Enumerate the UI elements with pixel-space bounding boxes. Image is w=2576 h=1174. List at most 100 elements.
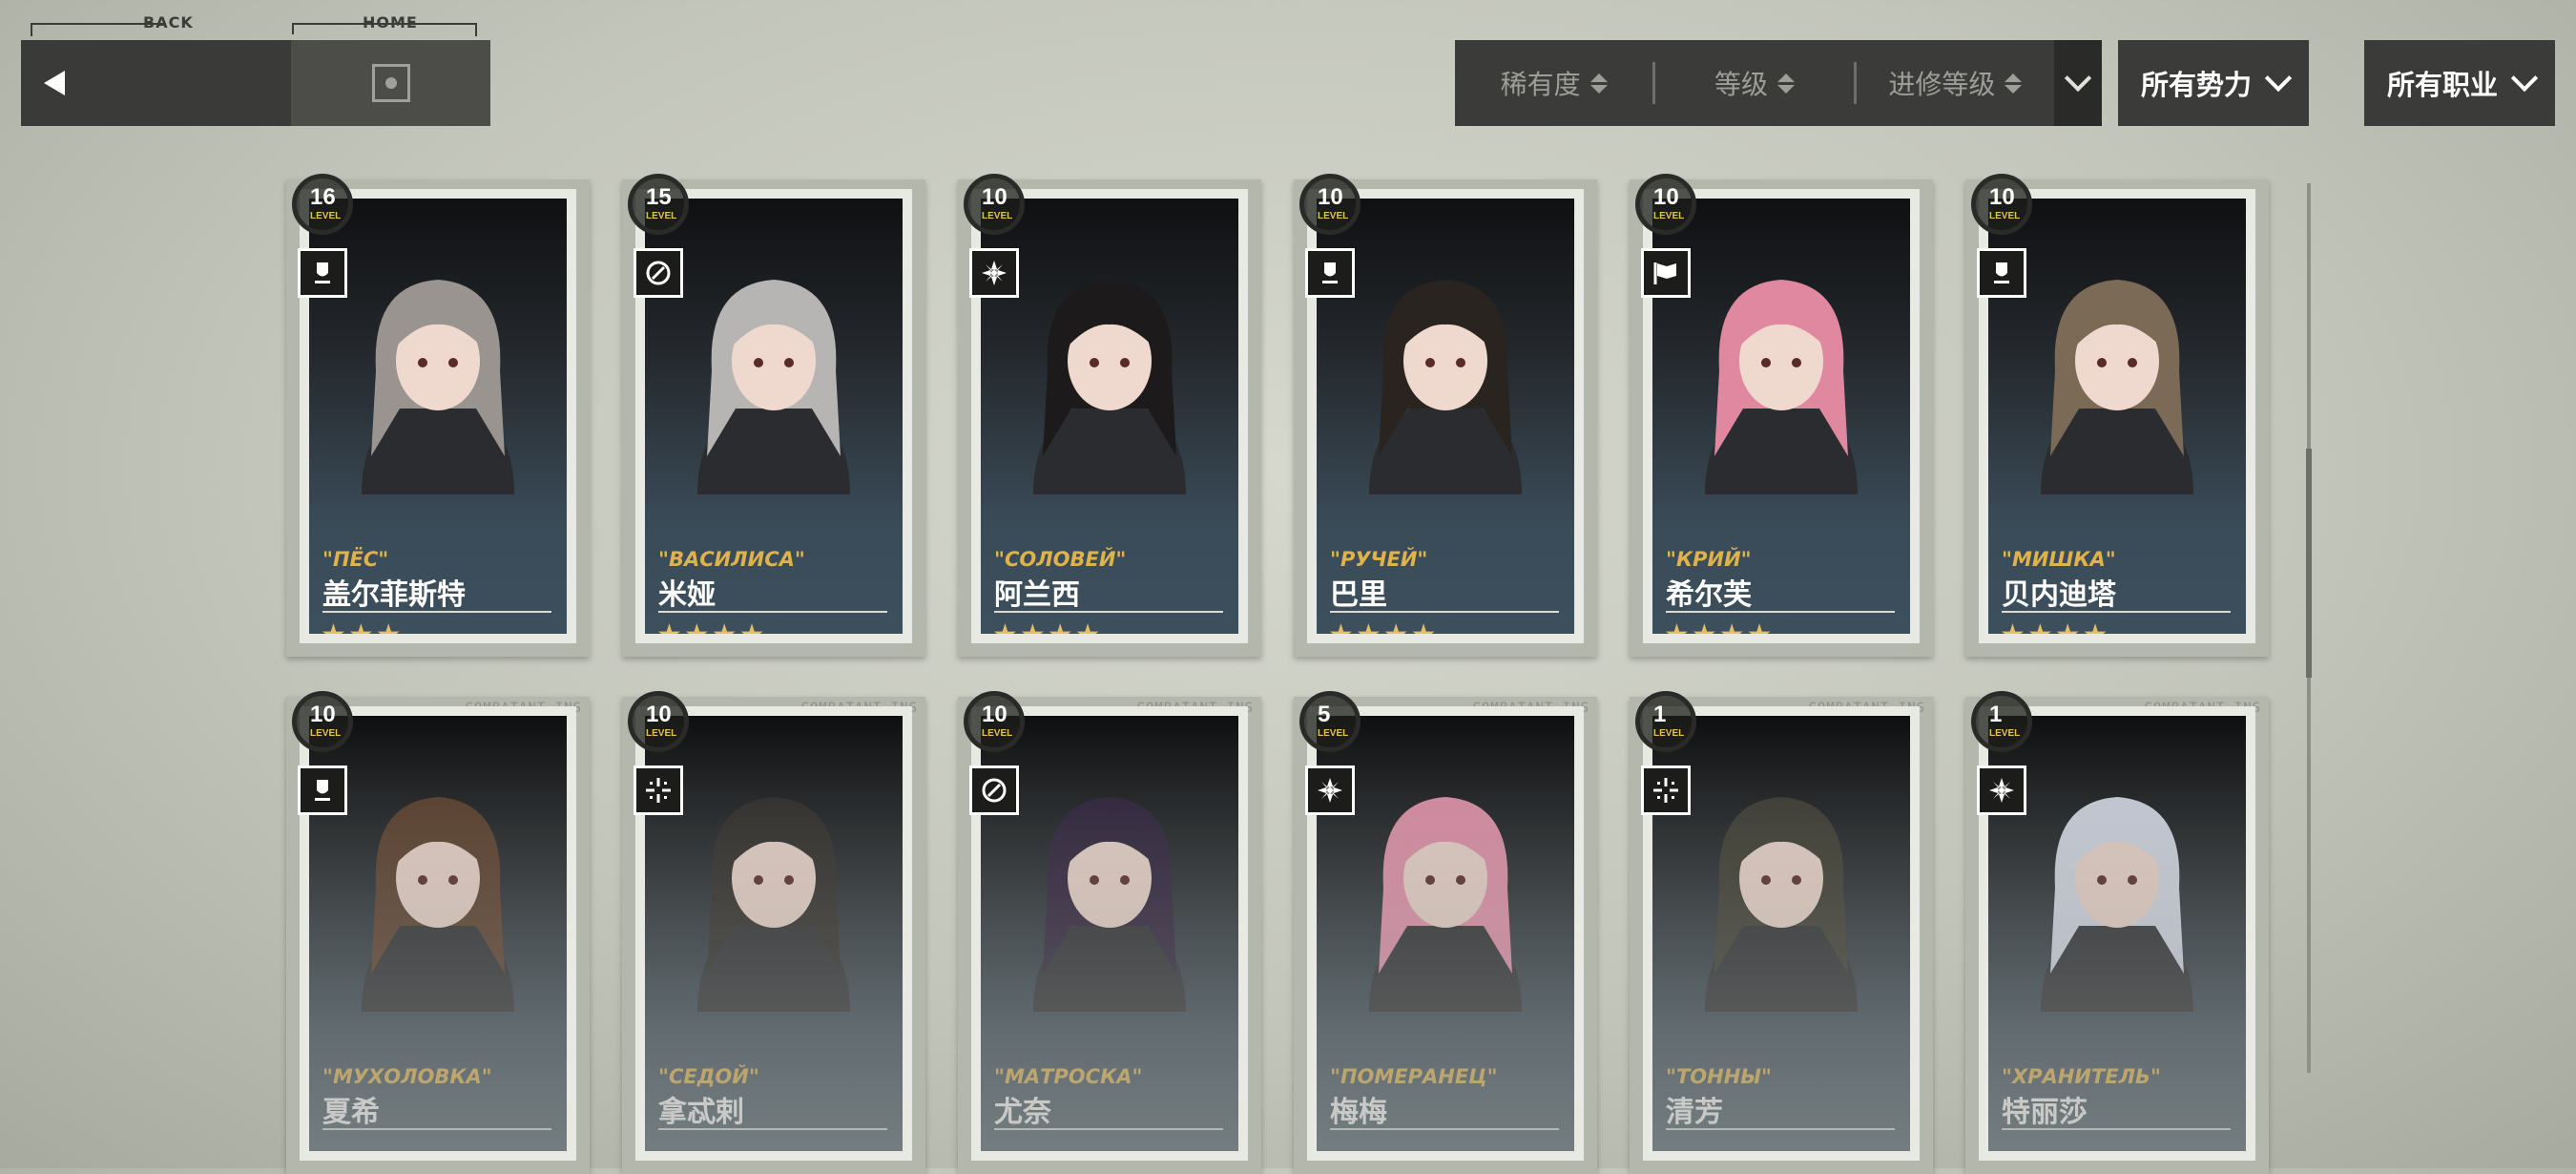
portrait-image xyxy=(697,280,850,494)
portrait-image xyxy=(1705,280,1858,494)
card-portrait: "СОЛОВЕЙ" 阿兰西 ★★★★ xyxy=(981,199,1238,634)
card-divider xyxy=(658,1128,887,1130)
operator-card[interactable]: "ВАСИЛИСА" 米娅 ★★★★ 15LEVEL xyxy=(622,174,925,657)
operator-name: 希尔芙 xyxy=(1666,578,1752,612)
level-label: LEVEL xyxy=(982,211,1013,221)
card-info-bg xyxy=(981,1017,1238,1151)
chevron-down-icon xyxy=(2510,64,2539,93)
support-icon xyxy=(1977,765,2026,815)
card-portrait: "ХРАНИТЕЛЬ" 特丽莎 xyxy=(1988,716,2246,1151)
level-number: 10 xyxy=(1318,184,1343,210)
level-number: 15 xyxy=(646,184,672,210)
chevron-down-icon xyxy=(2264,64,2293,93)
back-button[interactable] xyxy=(21,40,291,126)
card-divider xyxy=(2002,611,2231,613)
operator-codename: "МУХОЛОВКА" xyxy=(322,1065,492,1088)
rarity-stars: ★★★★ xyxy=(992,618,1103,634)
scrollbar-thumb[interactable] xyxy=(2306,449,2312,678)
operator-card[interactable]: "ПЁС" 盖尔菲斯特 ★★★ 16LEVEL xyxy=(286,174,590,657)
home-button[interactable] xyxy=(291,40,490,126)
defender-icon xyxy=(298,765,347,815)
operator-card[interactable]: COMBATANT_INS"МУХОЛОВКА"夏希10LEVEL xyxy=(286,691,590,1174)
card-divider xyxy=(994,611,1223,613)
sort-rarity-label: 稀有度 xyxy=(1500,69,1581,100)
support-icon xyxy=(969,248,1019,298)
faction-dropdown-label: 所有势力 xyxy=(2141,69,2253,101)
operator-codename: "РУЧЕЙ" xyxy=(1330,548,1428,571)
card-portrait: "ПОМЕРАНЕЦ" 梅梅 xyxy=(1317,716,1574,1151)
caster-icon xyxy=(634,248,683,298)
card-divider xyxy=(1666,1128,1895,1130)
home-icon xyxy=(371,64,410,102)
sort-arrows-icon xyxy=(2005,73,2023,94)
level-badge: 5 LEVEL xyxy=(1299,691,1361,752)
level-number: 1 xyxy=(1653,702,1667,727)
card-portrait: "КРИЙ" 希尔芙 ★★★★ xyxy=(1652,199,1910,634)
back-caption: BACK xyxy=(143,13,194,31)
portrait-image xyxy=(2041,797,2193,1012)
operator-card[interactable]: COMBATANT_INS"МАТРОСКА"尤奈10LEVEL xyxy=(958,691,1261,1174)
operator-name: 清芳 xyxy=(1666,1096,1723,1129)
card-portrait: "РУЧЕЙ" 巴里 ★★★★ xyxy=(1317,199,1574,634)
home-bracket-left xyxy=(292,23,313,34)
operator-card[interactable]: "РУЧЕЙ" 巴里 ★★★★ 10LEVEL xyxy=(1294,174,1597,657)
level-label: LEVEL xyxy=(646,728,677,739)
card-portrait: "МАТРОСКА" 尤奈 xyxy=(981,716,1238,1151)
level-number: 10 xyxy=(1653,184,1679,210)
operator-name: 阿兰西 xyxy=(994,578,1080,612)
operator-codename: "СЕДОЙ" xyxy=(658,1065,759,1088)
level-label: LEVEL xyxy=(1653,211,1685,221)
card-portrait: "МИШКА" 贝内迪塔 ★★★★ xyxy=(1988,199,2246,634)
level-number: 10 xyxy=(646,702,672,727)
level-label: LEVEL xyxy=(310,211,342,221)
card-divider xyxy=(658,611,887,613)
operator-codename: "МИШКА" xyxy=(2002,548,2116,571)
level-number: 10 xyxy=(1989,184,2015,210)
level-number: 5 xyxy=(1318,702,1331,727)
operator-codename: "МАТРОСКА" xyxy=(994,1065,1143,1088)
sort-arrows-icon xyxy=(1589,73,1608,94)
sort-rarity[interactable]: 稀有度 xyxy=(1455,64,1652,102)
faction-dropdown[interactable]: 所有势力 xyxy=(2118,40,2309,126)
level-label: LEVEL xyxy=(1318,211,1349,221)
operator-card[interactable]: COMBATANT_INS"ХРАНИТЕЛЬ"特丽莎1LEVEL xyxy=(1965,691,2269,1174)
card-divider xyxy=(322,1128,551,1130)
operator-card[interactable]: "КРИЙ" 希尔芙 ★★★★ 10LEVEL xyxy=(1630,174,1933,657)
card-portrait: "МУХОЛОВКА" 夏希 xyxy=(309,716,567,1151)
card-portrait: "ТОННЫ" 清芳 xyxy=(1652,716,1910,1151)
portrait-image xyxy=(1369,280,1522,494)
rarity-stars: ★★★★ xyxy=(1328,618,1439,634)
level-badge: 15 LEVEL xyxy=(628,174,689,235)
rarity-stars: ★★★ xyxy=(321,618,404,634)
portrait-image xyxy=(1033,797,1186,1012)
operator-name: 特丽莎 xyxy=(2002,1096,2088,1129)
level-badge: 10 LEVEL xyxy=(628,691,689,752)
card-divider xyxy=(1330,1128,1559,1130)
defender-icon xyxy=(1977,248,2026,298)
level-label: LEVEL xyxy=(310,728,342,739)
operator-card[interactable]: COMBATANT_INS"СЕДОЙ"拿忒剌10LEVEL xyxy=(622,691,925,1174)
operator-card[interactable]: "СОЛОВЕЙ" 阿兰西 ★★★★ 10LEVEL xyxy=(958,174,1261,657)
level-badge: 16 LEVEL xyxy=(292,174,353,235)
portrait-image xyxy=(1705,797,1858,1012)
sort-order-toggle[interactable] xyxy=(2054,40,2102,126)
operator-name: 巴里 xyxy=(1330,578,1387,612)
defender-icon xyxy=(298,248,347,298)
level-badge: 10 LEVEL xyxy=(964,174,1025,235)
operator-codename: "ПОМЕРАНЕЦ" xyxy=(1330,1065,1498,1088)
operator-name: 贝内迪塔 xyxy=(2002,578,2116,612)
level-label: LEVEL xyxy=(646,211,677,221)
card-divider xyxy=(994,1128,1223,1130)
operator-card[interactable]: "МИШКА" 贝内迪塔 ★★★★ 10LEVEL xyxy=(1965,174,2269,657)
operator-codename: "КРИЙ" xyxy=(1666,548,1752,571)
operator-card[interactable]: COMBATANT_INS"ТОННЫ"清芳1LEVEL xyxy=(1630,691,1933,1174)
profession-dropdown[interactable]: 所有职业 xyxy=(2364,40,2555,126)
sniper-icon xyxy=(1641,765,1691,815)
operator-card[interactable]: COMBATANT_INS"ПОМЕРАНЕЦ"梅梅5LEVEL xyxy=(1294,691,1597,1174)
sort-level[interactable]: 等级 xyxy=(1655,64,1853,102)
card-divider xyxy=(1666,611,1895,613)
card-divider xyxy=(322,611,551,613)
operator-name: 尤奈 xyxy=(994,1096,1051,1129)
defender-icon xyxy=(1305,248,1355,298)
level-badge: 1 LEVEL xyxy=(1635,691,1696,752)
